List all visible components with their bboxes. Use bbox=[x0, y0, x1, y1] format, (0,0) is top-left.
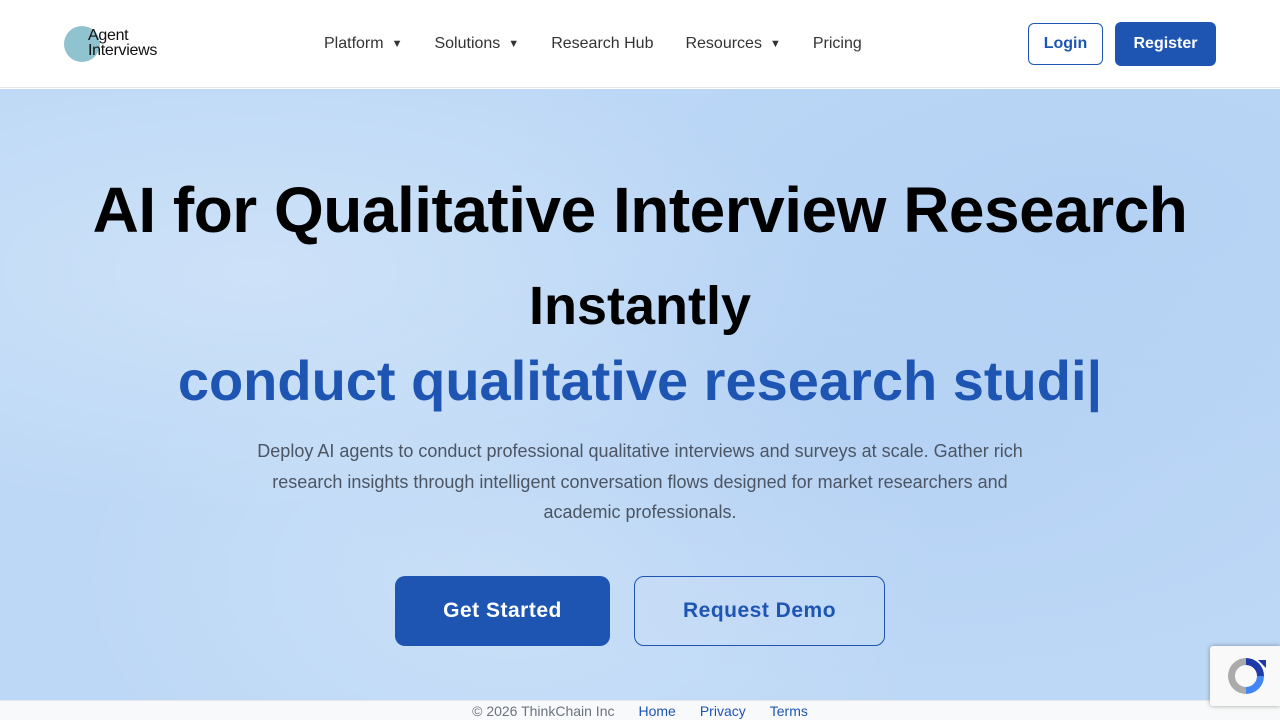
register-button[interactable]: Register bbox=[1115, 22, 1216, 66]
recaptcha-icon bbox=[1228, 658, 1266, 694]
hero-description: Deploy AI agents to conduct professional… bbox=[257, 441, 1023, 522]
login-button[interactable]: Login bbox=[1028, 23, 1103, 65]
footer-link-home[interactable]: Home bbox=[638, 703, 675, 719]
site-header: Agent Interviews Platform ▼ Solutions ▼ … bbox=[0, 0, 1280, 88]
footer-link-terms[interactable]: Terms bbox=[770, 703, 808, 719]
nav-research-hub[interactable]: Research Hub bbox=[551, 33, 653, 55]
nav-label: Research Hub bbox=[551, 35, 654, 52]
nav-solutions[interactable]: Solutions ▼ bbox=[434, 33, 519, 55]
nav-label: Solutions bbox=[434, 35, 501, 52]
logo[interactable]: Agent Interviews bbox=[64, 26, 174, 62]
nav-pricing[interactable]: Pricing bbox=[813, 33, 862, 55]
footer-link-privacy[interactable]: Privacy bbox=[700, 703, 746, 719]
hero-typed-text: conduct qualitative research studi| bbox=[177, 349, 1103, 412]
nav-label: Resources bbox=[685, 35, 762, 52]
hero-subtitle: Instantly bbox=[528, 276, 752, 336]
site-footer: © 2026 ThinkChain Inc Home Privacy Terms bbox=[0, 700, 1280, 720]
hero-title: AI for Qualitative Interview Research bbox=[92, 174, 1188, 246]
hero-section: AI for Qualitative Interview Research In… bbox=[0, 89, 1280, 700]
chevron-down-icon: ▼ bbox=[508, 38, 520, 50]
nav-label: Pricing bbox=[812, 35, 862, 52]
nav-label: Platform bbox=[324, 35, 384, 52]
logo-line-2: Interviews bbox=[88, 42, 158, 59]
recaptcha-badge[interactable] bbox=[1210, 646, 1280, 706]
chevron-down-icon: ▼ bbox=[391, 38, 403, 50]
nav-platform[interactable]: Platform ▼ bbox=[324, 33, 402, 55]
copyright-text: © 2026 ThinkChain Inc bbox=[472, 702, 615, 719]
logo-text: Agent Interviews bbox=[88, 27, 158, 59]
main-nav: Platform ▼ Solutions ▼ Research Hub Reso… bbox=[324, 33, 894, 55]
request-demo-button[interactable]: Request Demo bbox=[634, 576, 885, 646]
logo-line-1: Agent bbox=[88, 27, 129, 44]
get-started-button[interactable]: Get Started bbox=[395, 576, 610, 646]
chevron-down-icon: ▼ bbox=[769, 38, 781, 50]
nav-resources[interactable]: Resources ▼ bbox=[685, 33, 780, 55]
